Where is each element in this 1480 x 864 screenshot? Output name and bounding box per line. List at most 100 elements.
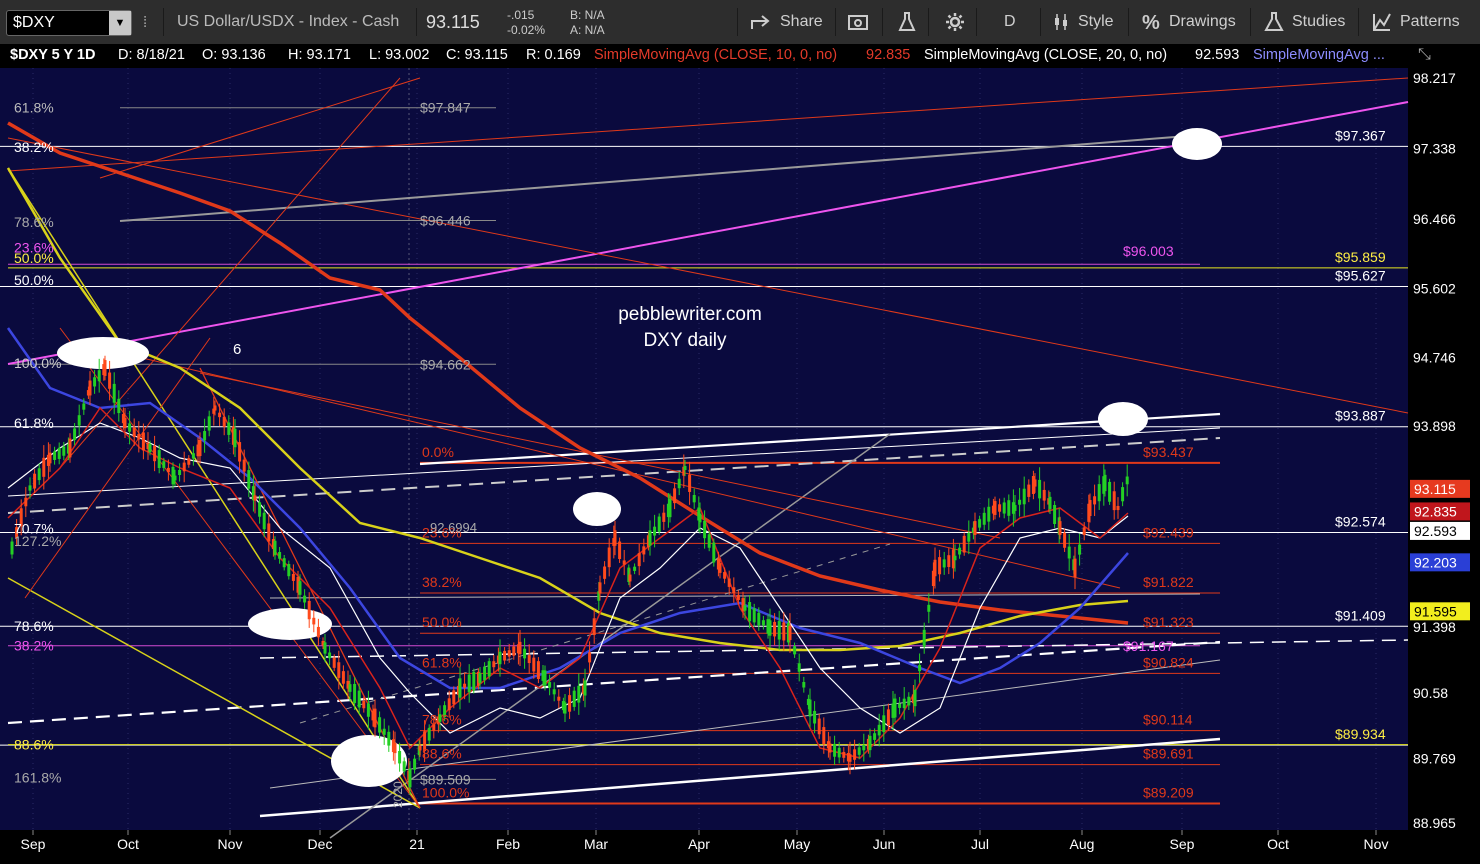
candle-body — [1048, 496, 1052, 510]
highlight-ellipse — [1172, 128, 1222, 160]
level-label-right: $97.367 — [1335, 127, 1386, 143]
candle-body — [773, 621, 777, 637]
candle-body — [278, 552, 282, 559]
chart-panel[interactable]: pebblewriter.com DXY daily 61.8% 38.2% 78.6%… — [0, 68, 1480, 859]
candle-body — [472, 671, 476, 691]
candle-body — [927, 604, 931, 612]
candle-body — [53, 451, 57, 460]
candle-body — [287, 563, 291, 577]
candle-body — [166, 467, 170, 473]
candle-body — [873, 733, 877, 740]
candle-body — [848, 754, 852, 762]
level-annotation: 92.6994 — [430, 520, 477, 535]
level-label-right: $93.887 — [1335, 408, 1386, 424]
candle-body — [393, 742, 397, 754]
grey-level-label: $94.662 — [420, 356, 471, 372]
candle-body — [913, 689, 917, 707]
x-tick-label: Nov — [1364, 836, 1389, 852]
percent-icon: % — [1142, 12, 1160, 32]
grey-level-label: $96.446 — [420, 213, 471, 229]
candle-body — [153, 445, 157, 462]
candle-body — [487, 661, 491, 677]
candle-body — [618, 541, 622, 559]
candle-body — [33, 473, 37, 489]
studies-lab-button[interactable] — [898, 0, 916, 44]
candle-body — [642, 546, 646, 555]
drawings-button[interactable]: % Drawings — [1141, 0, 1236, 44]
chart-application: $DXY ▼ ⁞ US Dollar/USDX - Index - Cash 9… — [0, 0, 1480, 859]
candle-body — [987, 506, 991, 522]
candle-body — [752, 608, 756, 623]
sma10-value: 92.835 — [866, 47, 911, 63]
candle-body — [1038, 479, 1042, 499]
candle-body — [68, 438, 72, 458]
candle-body — [677, 478, 681, 489]
candle-body — [207, 416, 211, 431]
share-button[interactable]: Share — [750, 0, 823, 44]
candle-body — [868, 735, 872, 751]
candle-body — [132, 427, 136, 438]
candle-body — [137, 434, 141, 440]
chevron-down-icon[interactable]: ▼ — [109, 11, 131, 35]
patterns-button[interactable]: Patterns — [1372, 0, 1460, 44]
candle-body — [238, 442, 242, 462]
gear-icon — [946, 13, 964, 31]
candle-body — [718, 563, 722, 573]
candle-body — [253, 495, 257, 501]
candle-body — [653, 526, 657, 536]
range-value: R: 0.169 — [526, 47, 581, 63]
price-axis — [1408, 68, 1480, 859]
candle-body — [82, 403, 86, 410]
candle-body — [947, 555, 951, 568]
price-chart[interactable]: pebblewriter.com DXY daily 61.8% 38.2% 78.6%… — [0, 68, 1480, 859]
candle-body — [748, 602, 752, 622]
candle-body — [577, 685, 581, 703]
x-tick-label: Feb — [496, 836, 520, 852]
candle-body — [613, 530, 617, 546]
candle-body — [498, 651, 502, 665]
fib-label-left: 100.0% — [14, 355, 61, 371]
candle-body — [637, 553, 641, 567]
candle-body — [366, 703, 370, 717]
x-tick-label: Dec — [308, 836, 333, 852]
watermark-text: DXY daily — [643, 330, 727, 351]
fib-label-left: 88.6% — [14, 737, 54, 753]
candle-body — [822, 727, 826, 745]
period-button[interactable]: D — [1004, 0, 1016, 44]
fib-label-left: 78.6% — [14, 214, 54, 230]
high-value: H: 93.171 — [288, 47, 351, 63]
count-annotation: 6 — [233, 341, 241, 358]
fib-price-label: $91.822 — [1143, 574, 1194, 590]
candle-body — [378, 717, 382, 733]
candle-body — [222, 416, 226, 427]
collapse-icon[interactable]: ⤡ — [1418, 46, 1431, 64]
close-value: C: 93.115 — [446, 47, 508, 63]
candle-body — [842, 751, 846, 758]
candle-body — [628, 574, 632, 582]
fib-percent-label: 38.2% — [422, 574, 462, 590]
candle-body — [291, 573, 295, 581]
candle-body — [1027, 484, 1031, 497]
symbol-selector[interactable]: $DXY ▼ — [6, 10, 132, 36]
settings-button[interactable] — [945, 0, 965, 44]
candle-body — [112, 383, 116, 403]
candle-body — [182, 462, 186, 472]
candle-body — [743, 605, 747, 611]
price-badge-label: 93.115 — [1414, 481, 1456, 497]
candle-body — [1002, 502, 1006, 514]
snapshot-button[interactable] — [848, 0, 868, 44]
candle-body — [967, 532, 971, 542]
candle-body — [543, 670, 547, 686]
share-label: Share — [780, 13, 823, 30]
studies-button[interactable]: Studies — [1264, 0, 1345, 44]
candle-body — [88, 380, 92, 396]
candle-body — [886, 709, 890, 726]
link-icon[interactable]: ⁞ — [143, 0, 157, 44]
candle-body — [583, 680, 587, 696]
candle-body — [982, 512, 986, 525]
candle-body — [298, 581, 302, 595]
x-tick-label: Oct — [1267, 836, 1289, 852]
candle-body — [1007, 500, 1011, 516]
highlight-ellipse — [331, 735, 407, 787]
style-button[interactable]: Style — [1052, 0, 1114, 44]
